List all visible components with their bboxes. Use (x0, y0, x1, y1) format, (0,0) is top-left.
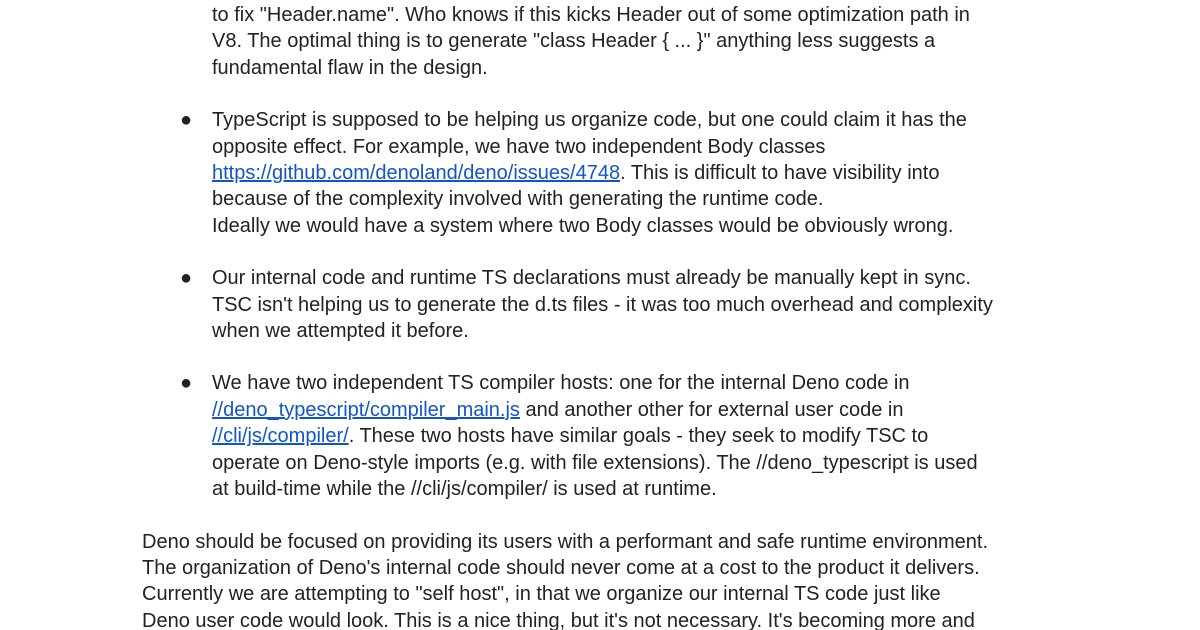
text-line: Deno should be focused on providing its … (142, 530, 989, 553)
closing-paragraph: Deno should be focused on providing its … (142, 529, 1072, 630)
text-line: Deno user code would look. This is a nic… (142, 609, 975, 630)
previous-bullet-continuation: to fix "Header.name". Who knows if this … (212, 2, 1072, 81)
bullet-dot-icon: ● (179, 372, 193, 395)
text-line: to fix "Header.name". Who knows if this … (212, 4, 970, 26)
text-line: Our internal code and runtime TS declara… (212, 267, 971, 290)
text-line: V8. The optimal thing is to generate "cl… (212, 30, 936, 53)
text-fragment: . These two hosts have similar goals - t… (348, 425, 929, 448)
compiler-main-link[interactable]: //deno_typescript/compiler_main.js (212, 399, 520, 421)
text-line: We have two independent TS compiler host… (212, 372, 910, 395)
bullet-item-typescript: ● TypeScript is supposed to be helping u… (142, 107, 1072, 239)
text-line: The organization of Deno's internal code… (142, 556, 980, 579)
document-page: to fix "Header.name". Who knows if this … (0, 0, 1200, 630)
text-line: //deno_typescript/compiler_main.js and a… (212, 397, 1072, 423)
text-fragment: . This is difficult to have visibility i… (620, 162, 940, 185)
bullet-dot-icon: ● (179, 267, 193, 290)
cli-compiler-link[interactable]: //cli/js/compiler/ (212, 425, 349, 447)
text-line: fundamental flaw in the design. (212, 56, 488, 79)
text-line: https://github.com/denoland/deno/issues/… (212, 160, 1072, 186)
bullet-dot-icon: ● (179, 109, 193, 132)
text-line: when we attempted it before. (212, 320, 469, 343)
text-line: Currently we are attempting to "self hos… (142, 583, 941, 606)
text-line: operate on Deno-style imports (e.g. with… (212, 451, 978, 474)
text-line: Ideally we would have a system where two… (212, 214, 954, 237)
text-line: because of the complexity involved with … (212, 188, 824, 211)
text-line: at build-time while the //cli/js/compile… (212, 478, 717, 501)
bullet-item-declarations: ● Our internal code and runtime TS decla… (142, 265, 1072, 344)
text-fragment: and another other for external user code… (519, 398, 904, 421)
issue-link[interactable]: https://github.com/denoland/deno/issues/… (212, 162, 620, 184)
document-body: to fix "Header.name". Who knows if this … (142, 2, 1072, 630)
text-line: TSC isn't helping us to generate the d.t… (212, 293, 993, 316)
text-line: TypeScript is supposed to be helping us … (212, 109, 967, 132)
text-line: opposite effect. For example, we have tw… (212, 135, 826, 158)
text-line: //cli/js/compiler/. These two hosts have… (212, 423, 1072, 449)
bullet-item-compiler-hosts: ● We have two independent TS compiler ho… (142, 370, 1072, 502)
